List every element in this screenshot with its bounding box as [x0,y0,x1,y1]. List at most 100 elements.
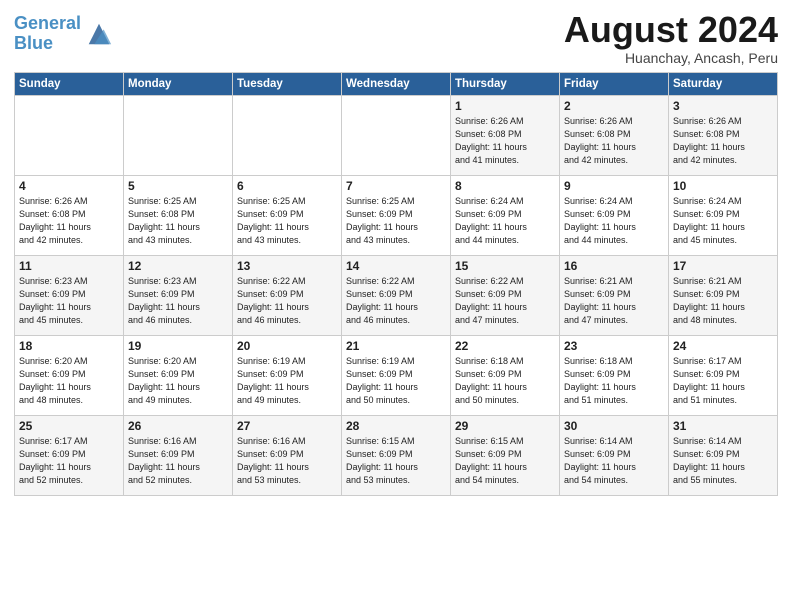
day-number: 27 [237,419,337,433]
day-number: 14 [346,259,446,273]
day-number: 24 [673,339,773,353]
day-number: 30 [564,419,664,433]
day-info: Sunrise: 6:23 AM Sunset: 6:09 PM Dayligh… [128,275,228,327]
day-info: Sunrise: 6:26 AM Sunset: 6:08 PM Dayligh… [673,115,773,167]
day-info: Sunrise: 6:14 AM Sunset: 6:09 PM Dayligh… [564,435,664,487]
day-number: 6 [237,179,337,193]
day-info: Sunrise: 6:24 AM Sunset: 6:09 PM Dayligh… [455,195,555,247]
day-info: Sunrise: 6:15 AM Sunset: 6:09 PM Dayligh… [346,435,446,487]
day-number: 13 [237,259,337,273]
logo-icon [85,20,113,48]
calendar-cell: 11 Sunrise: 6:23 AM Sunset: 6:09 PM Dayli… [15,255,124,335]
day-info: Sunrise: 6:19 AM Sunset: 6:09 PM Dayligh… [237,355,337,407]
day-info: Sunrise: 6:18 AM Sunset: 6:09 PM Dayligh… [564,355,664,407]
day-number: 16 [564,259,664,273]
calendar-cell: 7Sunrise: 6:25 AM Sunset: 6:09 PM Daylig… [342,175,451,255]
day-info: Sunrise: 6:20 AM Sunset: 6:09 PM Dayligh… [128,355,228,407]
day-number: 22 [455,339,555,353]
day-info: Sunrise: 6:24 AM Sunset: 6:09 PM Dayligh… [673,195,773,247]
day-number: 5 [128,179,228,193]
calendar-cell: 29 Sunrise: 6:15 AM Sunset: 6:09 PM Dayli… [451,415,560,495]
calendar-cell: 19 Sunrise: 6:20 AM Sunset: 6:09 PM Dayli… [124,335,233,415]
day-info: Sunrise: 6:16 AM Sunset: 6:09 PM Dayligh… [128,435,228,487]
day-number: 11 [19,259,119,273]
calendar-cell: 23Sunrise: 6:18 AM Sunset: 6:09 PM Dayli… [560,335,669,415]
day-info: Sunrise: 6:18 AM Sunset: 6:09 PM Dayligh… [455,355,555,407]
header: General Blue August 2024 Huanchay, Ancas… [14,10,778,66]
month-title: August 2024 [564,10,778,50]
title-block: August 2024 Huanchay, Ancash, Peru [564,10,778,66]
day-info: Sunrise: 6:15 AM Sunset: 6:09 PM Dayligh… [455,435,555,487]
calendar-cell: 25 Sunrise: 6:17 AM Sunset: 6:09 PM Dayli… [15,415,124,495]
calendar-cell: 17 Sunrise: 6:21 AM Sunset: 6:09 PM Dayli… [669,255,778,335]
day-info: Sunrise: 6:21 AM Sunset: 6:09 PM Dayligh… [564,275,664,327]
calendar-cell: 16 Sunrise: 6:21 AM Sunset: 6:09 PM Dayli… [560,255,669,335]
calendar-cell: 13 Sunrise: 6:22 AM Sunset: 6:09 PM Dayli… [233,255,342,335]
logo-line2: Blue [14,33,53,53]
weekday-header-tuesday: Tuesday [233,72,342,95]
day-info: Sunrise: 6:22 AM Sunset: 6:09 PM Dayligh… [346,275,446,327]
day-number: 26 [128,419,228,433]
day-number: 9 [564,179,664,193]
calendar-cell: 15Sunrise: 6:22 AM Sunset: 6:09 PM Dayli… [451,255,560,335]
day-number: 31 [673,419,773,433]
day-info: Sunrise: 6:25 AM Sunset: 6:09 PM Dayligh… [237,195,337,247]
day-info: Sunrise: 6:26 AM Sunset: 6:08 PM Dayligh… [564,115,664,167]
day-number: 2 [564,99,664,113]
calendar-cell: 4Sunrise: 6:26 AM Sunset: 6:08 PM Daylig… [15,175,124,255]
calendar-cell: 21 Sunrise: 6:19 AM Sunset: 6:09 PM Dayli… [342,335,451,415]
day-info: Sunrise: 6:23 AM Sunset: 6:09 PM Dayligh… [19,275,119,327]
day-number: 8 [455,179,555,193]
logo-text: General Blue [14,14,81,54]
weekday-header-friday: Friday [560,72,669,95]
calendar-week-5: 25 Sunrise: 6:17 AM Sunset: 6:09 PM Dayli… [15,415,778,495]
calendar-cell: 30 Sunrise: 6:14 AM Sunset: 6:09 PM Dayli… [560,415,669,495]
calendar-week-2: 4Sunrise: 6:26 AM Sunset: 6:08 PM Daylig… [15,175,778,255]
day-info: Sunrise: 6:21 AM Sunset: 6:09 PM Dayligh… [673,275,773,327]
calendar-cell: 3 Sunrise: 6:26 AM Sunset: 6:08 PM Daylig… [669,95,778,175]
calendar-cell: 24 Sunrise: 6:17 AM Sunset: 6:09 PM Dayli… [669,335,778,415]
day-number: 18 [19,339,119,353]
location: Huanchay, Ancash, Peru [564,50,778,66]
day-number: 1 [455,99,555,113]
day-number: 19 [128,339,228,353]
calendar-cell: 31Sunrise: 6:14 AM Sunset: 6:09 PM Dayli… [669,415,778,495]
day-info: Sunrise: 6:17 AM Sunset: 6:09 PM Dayligh… [673,355,773,407]
calendar-week-1: 1 Sunrise: 6:26 AM Sunset: 6:08 PM Daylig… [15,95,778,175]
calendar-cell: 22 Sunrise: 6:18 AM Sunset: 6:09 PM Dayli… [451,335,560,415]
calendar-cell [233,95,342,175]
weekday-header-wednesday: Wednesday [342,72,451,95]
day-info: Sunrise: 6:25 AM Sunset: 6:09 PM Dayligh… [346,195,446,247]
day-info: Sunrise: 6:24 AM Sunset: 6:09 PM Dayligh… [564,195,664,247]
weekday-header-thursday: Thursday [451,72,560,95]
calendar-week-4: 18 Sunrise: 6:20 AM Sunset: 6:09 PM Dayli… [15,335,778,415]
calendar-table: SundayMondayTuesdayWednesdayThursdayFrid… [14,72,778,496]
day-number: 21 [346,339,446,353]
day-number: 28 [346,419,446,433]
day-info: Sunrise: 6:22 AM Sunset: 6:09 PM Dayligh… [237,275,337,327]
calendar-cell: 12Sunrise: 6:23 AM Sunset: 6:09 PM Dayli… [124,255,233,335]
day-info: Sunrise: 6:26 AM Sunset: 6:08 PM Dayligh… [19,195,119,247]
page-container: General Blue August 2024 Huanchay, Ancas… [0,0,792,504]
logo-line1: General [14,13,81,33]
day-number: 17 [673,259,773,273]
day-number: 29 [455,419,555,433]
logo: General Blue [14,14,113,54]
weekday-header-saturday: Saturday [669,72,778,95]
calendar-cell [342,95,451,175]
day-number: 25 [19,419,119,433]
calendar-cell: 18Sunrise: 6:20 AM Sunset: 6:09 PM Dayli… [15,335,124,415]
day-info: Sunrise: 6:17 AM Sunset: 6:09 PM Dayligh… [19,435,119,487]
day-info: Sunrise: 6:19 AM Sunset: 6:09 PM Dayligh… [346,355,446,407]
weekday-header-monday: Monday [124,72,233,95]
day-info: Sunrise: 6:16 AM Sunset: 6:09 PM Dayligh… [237,435,337,487]
day-info: Sunrise: 6:26 AM Sunset: 6:08 PM Dayligh… [455,115,555,167]
calendar-cell: 10 Sunrise: 6:24 AM Sunset: 6:09 PM Dayli… [669,175,778,255]
calendar-cell: 2 Sunrise: 6:26 AM Sunset: 6:08 PM Daylig… [560,95,669,175]
day-number: 20 [237,339,337,353]
calendar-cell: 28 Sunrise: 6:15 AM Sunset: 6:09 PM Dayli… [342,415,451,495]
day-number: 10 [673,179,773,193]
day-number: 3 [673,99,773,113]
calendar-cell [15,95,124,175]
calendar-cell: 1 Sunrise: 6:26 AM Sunset: 6:08 PM Daylig… [451,95,560,175]
